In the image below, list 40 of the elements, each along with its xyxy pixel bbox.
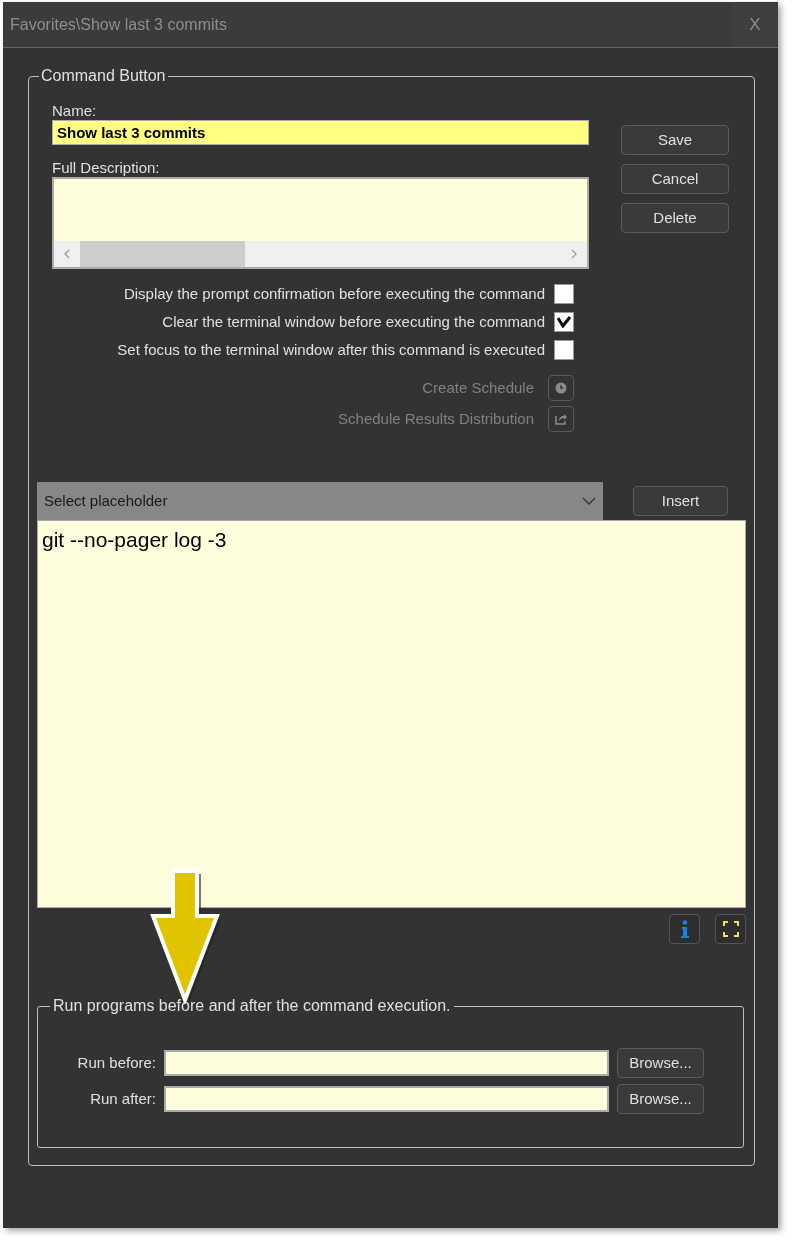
fullscreen-icon [722,921,739,937]
field-label: Full Description: [52,158,161,177]
description-field[interactable] [52,177,589,269]
info-button[interactable] [669,914,700,944]
dialog-button[interactable]: Browse... [617,1048,704,1078]
option-label: Clear the terminal window before executing the command [162,311,545,332]
chevron-down-icon [582,497,596,505]
name-field[interactable]: Show last 3 commits [52,120,589,145]
option-label: Set focus to the terminal window after this command is executed [117,339,545,360]
field-label: Run before: [76,1052,157,1073]
checkbox[interactable] [554,340,574,360]
dialog-button[interactable]: Save [621,125,729,155]
schedule-button[interactable] [548,375,574,401]
group-title: Run programs before and after the command execution. [52,996,452,1016]
share-icon [554,413,568,425]
placeholder-select[interactable]: Select placeholder [37,482,603,520]
dialog-button[interactable]: Insert [633,486,728,516]
option-label: Display the prompt confirmation before executing the command [123,283,545,304]
dialog-button[interactable]: Browse... [617,1084,704,1114]
check-icon [557,316,571,328]
field-label: Run after: [89,1088,157,1109]
select-text: Select placeholder [44,490,168,511]
path-field[interactable] [164,1086,609,1112]
window-title: Favorites\Show last 3 commits [10,14,227,35]
clock-icon [555,382,567,394]
field-label: Name: [52,101,98,120]
dialog-button[interactable]: Cancel [621,164,729,194]
scroll-left-icon[interactable] [64,249,70,259]
dialog-button[interactable]: Delete [621,203,729,233]
schedule-button[interactable] [548,406,574,432]
command-editor[interactable]: git --no-pager log -3 [37,520,746,908]
info-icon [680,920,689,938]
checkbox[interactable] [554,284,574,304]
fullscreen-button[interactable] [715,914,746,944]
scrollbar-thumb[interactable] [80,241,245,267]
horizontal-scrollbar[interactable] [54,241,587,267]
checkbox[interactable] [554,312,574,332]
scroll-right-icon[interactable] [571,249,577,259]
path-field[interactable] [164,1050,609,1076]
group-title: Command Button [40,66,167,86]
